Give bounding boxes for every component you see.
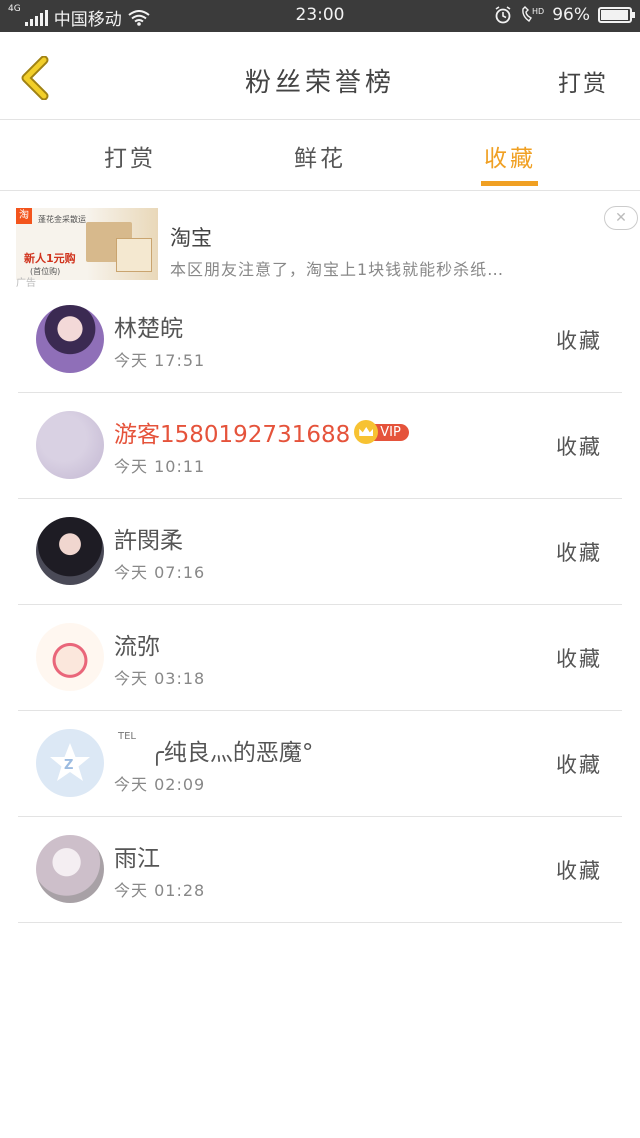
svg-text:Z: Z — [64, 758, 73, 773]
ad-image[interactable]: 淘 蓬花金采散运 新人1元购 (首位购) — [16, 208, 158, 280]
list-item[interactable]: 林楚皖 今天 17:51 收藏 — [0, 287, 640, 393]
favorite-time: 今天 02:09 — [114, 775, 206, 794]
qq-star-icon: Z — [50, 743, 90, 781]
tab-favorites[interactable]: 收藏 — [470, 139, 550, 173]
tissue-pack-image — [116, 238, 152, 272]
alarm-icon — [495, 6, 511, 24]
favorite-label: 收藏 — [556, 859, 602, 883]
ad-brand: 淘宝 — [170, 226, 212, 250]
avatar[interactable] — [36, 517, 104, 585]
user-name: 流弥 — [114, 634, 160, 660]
user-name: 雨江 — [114, 846, 160, 872]
divider — [18, 922, 622, 923]
tab-active-indicator — [481, 181, 538, 186]
user-name-row: 游客15801927316​88 VIP — [114, 415, 409, 449]
favorite-time: 今天 07:16 — [114, 563, 206, 582]
favorites-list: 林楚皖 今天 17:51 收藏 游客15801927316​88 VIP 今天 … — [0, 287, 640, 923]
list-item[interactable]: 許閔柔 今天 07:16 收藏 — [0, 499, 640, 605]
favorite-label: 收藏 — [556, 647, 602, 671]
ad-image-promo: 新人1元购 — [24, 252, 76, 265]
list-item[interactable]: 游客15801927316​88 VIP 今天 10:11 收藏 — [0, 393, 640, 499]
list-item[interactable]: 雨江 今天 01:28 收藏 — [0, 817, 640, 923]
taobao-logo-icon: 淘 — [16, 208, 32, 224]
user-name: 游客15801927316​88 — [114, 422, 351, 448]
favorite-time: 今天 10:11 — [114, 457, 206, 476]
tab-flowers[interactable]: 鲜花 — [280, 139, 360, 173]
favorite-time: 今天 03:18 — [114, 669, 206, 688]
close-icon[interactable]: ✕ — [604, 206, 638, 230]
favorite-time: 今天 01:28 — [114, 881, 206, 900]
favorite-label: 收藏 — [556, 329, 602, 353]
avatar[interactable]: Z — [36, 729, 104, 797]
avatar[interactable] — [36, 623, 104, 691]
list-item[interactable]: Z TEL ╭纯良灬的恶魔° 今天 02:09 收藏 — [0, 711, 640, 817]
ad-description: 本区朋友注意了，淘宝上1块钱就能秒杀纸… — [170, 260, 505, 279]
status-bar: 4G 中国移动 23:00 HD 96% — [0, 0, 640, 32]
battery-icon — [598, 7, 635, 23]
reward-button[interactable]: 打赏 — [558, 64, 608, 98]
page-title: 粉丝荣誉榜 — [244, 68, 395, 98]
hd-call-icon: HD — [522, 6, 544, 22]
user-name: ╭纯良灬的恶魔° — [150, 740, 314, 766]
battery-percent: 96% — [552, 5, 590, 25]
battery-fill — [601, 10, 628, 20]
svg-text:HD: HD — [532, 7, 544, 16]
avatar[interactable] — [36, 835, 104, 903]
favorite-time: 今天 17:51 — [114, 351, 206, 370]
status-right: HD 96% — [494, 5, 635, 25]
user-name: 許閔柔 — [114, 528, 183, 554]
tab-reward[interactable]: 打赏 — [90, 139, 170, 173]
tab-bar: 打赏 鲜花 收藏 — [0, 121, 640, 191]
list-item[interactable]: 流弥 今天 03:18 收藏 — [0, 605, 640, 711]
avatar[interactable] — [36, 305, 104, 373]
favorite-label: 收藏 — [556, 435, 602, 459]
avatar[interactable] — [36, 411, 104, 479]
favorite-label: 收藏 — [556, 753, 602, 777]
user-name: 林楚皖 — [114, 316, 183, 342]
favorite-label: 收藏 — [556, 541, 602, 565]
ad-image-caption: 蓬花金采散运 — [38, 215, 86, 224]
vip-badge: VIP — [374, 423, 409, 441]
header: 粉丝荣誉榜 打赏 — [0, 32, 640, 120]
ad-banner[interactable]: 淘 蓬花金采散运 新人1元购 (首位购) 广告 淘宝 本区朋友注意了，淘宝上1块… — [0, 192, 640, 292]
tel-tag: TEL — [118, 731, 136, 742]
